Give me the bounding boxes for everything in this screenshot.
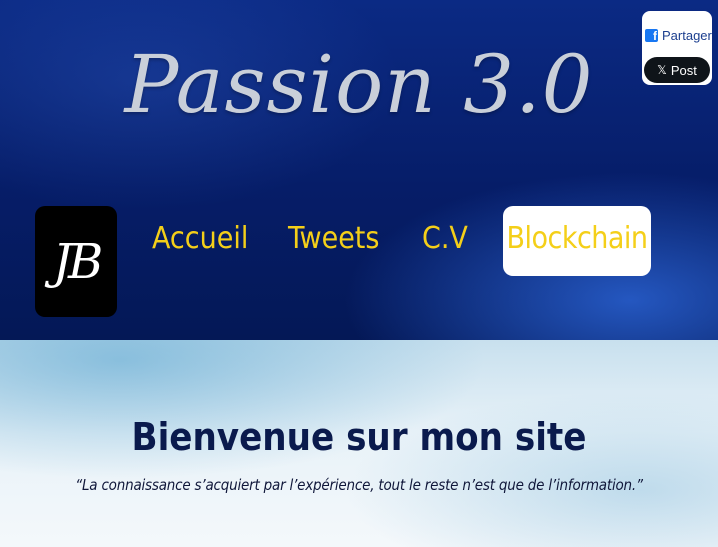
nav-item-cv[interactable]: C.V xyxy=(422,206,468,276)
x-icon: 𝕏 xyxy=(657,63,667,77)
facebook-share-button[interactable]: f Partager xyxy=(642,25,712,45)
facebook-icon: f xyxy=(645,28,658,42)
x-post-button[interactable]: 𝕏 Post xyxy=(644,57,710,83)
facebook-share-label: Partager xyxy=(662,27,712,43)
share-widget: f Partager 𝕏 Post xyxy=(642,11,712,85)
nav-item-accueil[interactable]: Accueil xyxy=(152,206,248,276)
site-logo[interactable]: JB xyxy=(35,206,117,317)
nav-item-blockchain[interactable]: Blockchain xyxy=(503,206,651,276)
quote-text: “La connaissance s’acquiert par l’expéri… xyxy=(75,476,643,494)
x-post-label: Post xyxy=(670,62,697,78)
logo-text: JB xyxy=(52,233,103,290)
site-title: Passion 3.0 xyxy=(124,38,594,131)
nav-item-tweets[interactable]: Tweets xyxy=(288,206,379,276)
welcome-heading: Bienvenue sur mon site xyxy=(131,415,587,459)
